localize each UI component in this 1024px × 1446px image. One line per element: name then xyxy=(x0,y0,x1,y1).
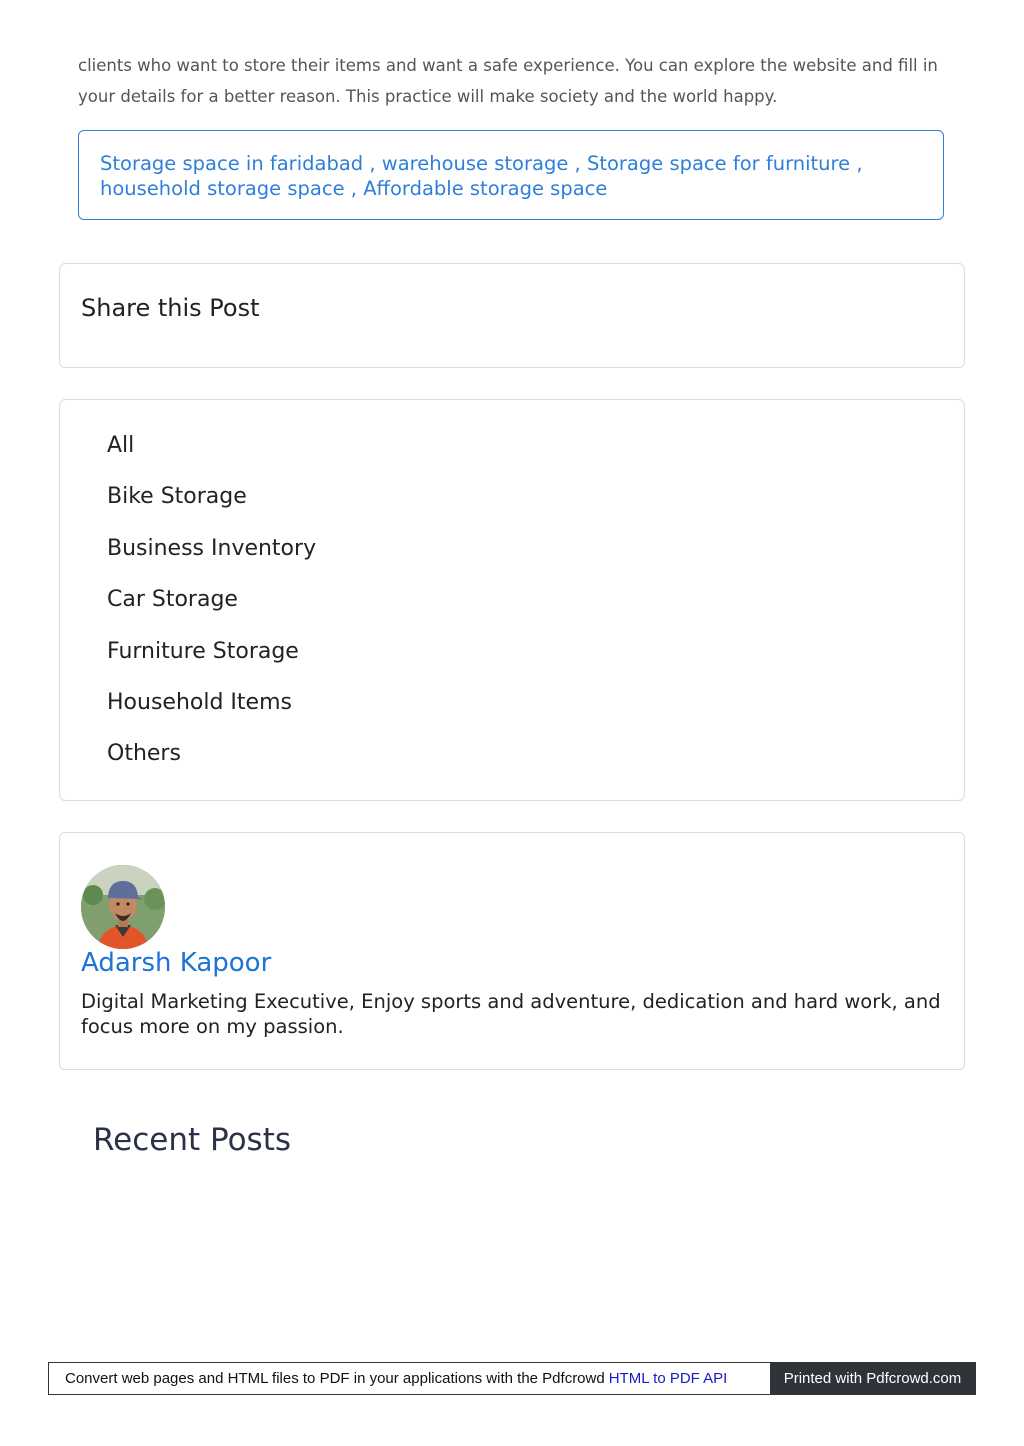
share-title: Share this Post xyxy=(81,294,260,322)
category-item-others[interactable]: Others xyxy=(107,735,316,786)
avatar xyxy=(81,865,165,949)
recent-posts-title: Recent Posts xyxy=(93,1122,292,1158)
category-item-car-storage[interactable]: Car Storage xyxy=(107,581,316,632)
category-list: All Bike Storage Business Inventory Car … xyxy=(107,427,316,787)
author-card: Adarsh Kapoor Digital Marketing Executiv… xyxy=(59,832,965,1070)
tags-box: Storage space in faridabad , warehouse s… xyxy=(78,130,944,220)
footer-left: Convert web pages and HTML files to PDF … xyxy=(49,1363,770,1394)
pdfcrowd-footer: Convert web pages and HTML files to PDF … xyxy=(48,1362,976,1395)
category-item-bike-storage[interactable]: Bike Storage xyxy=(107,478,316,529)
tag-line-1: Storage space in faridabad , warehouse s… xyxy=(100,151,923,176)
tag-separator: , xyxy=(344,177,364,200)
categories-card: All Bike Storage Business Inventory Car … xyxy=(59,399,965,801)
html-to-pdf-api-link[interactable]: HTML to PDF API xyxy=(609,1370,728,1387)
tag-separator: , xyxy=(568,152,587,175)
footer-text: Convert web pages and HTML files to PDF … xyxy=(65,1370,605,1387)
tag-separator: , xyxy=(363,152,382,175)
tag-link[interactable]: household storage space xyxy=(100,177,345,200)
tag-link[interactable]: warehouse storage xyxy=(382,152,569,175)
category-item-furniture-storage[interactable]: Furniture Storage xyxy=(107,633,316,684)
tag-link[interactable]: Affordable storage space xyxy=(363,177,607,200)
category-item-household-items[interactable]: Household Items xyxy=(107,684,316,735)
tag-separator: , xyxy=(850,152,863,175)
intro-paragraph: clients who want to store their items an… xyxy=(78,56,938,106)
printed-with-pdfcrowd-link[interactable]: Printed with Pdfcrowd.com xyxy=(770,1363,975,1394)
category-item-business-inventory[interactable]: Business Inventory xyxy=(107,530,316,581)
tag-line-2: household storage space , Affordable sto… xyxy=(100,176,923,201)
tag-link[interactable]: Storage space in faridabad xyxy=(100,152,363,175)
share-card: Share this Post xyxy=(59,263,965,368)
author-name-link[interactable]: Adarsh Kapoor xyxy=(81,948,271,978)
category-item-all[interactable]: All xyxy=(107,427,316,478)
person-avatar-icon xyxy=(81,865,165,949)
author-bio: Digital Marketing Executive, Enjoy sport… xyxy=(81,990,941,1038)
tag-link[interactable]: Storage space for furniture xyxy=(587,152,850,175)
